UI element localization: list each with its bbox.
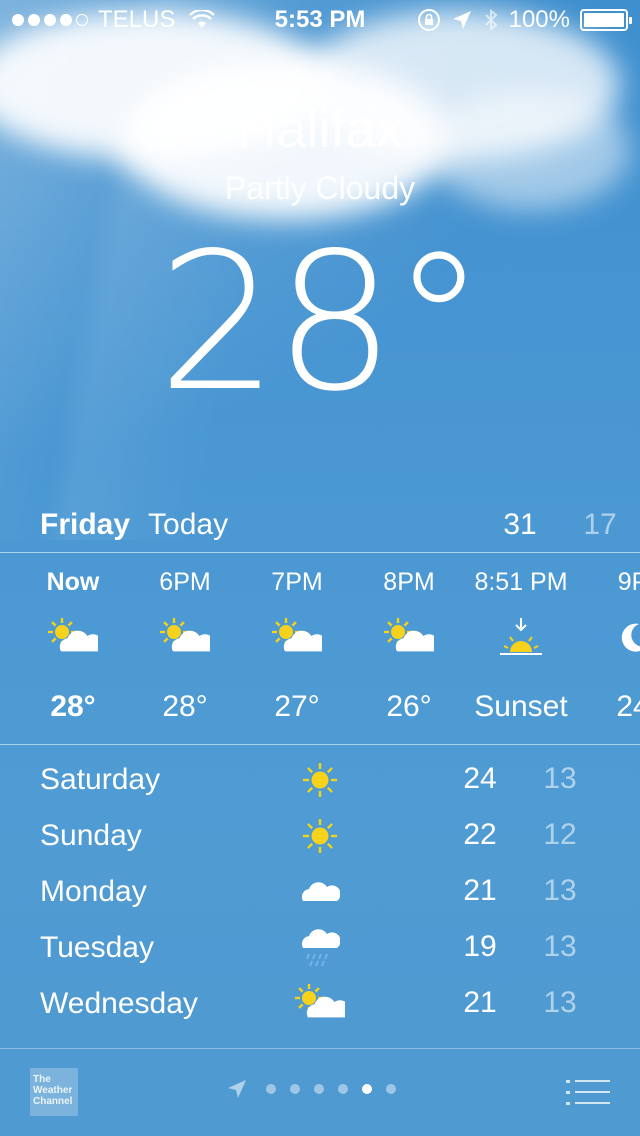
hour-label: 6PM (159, 568, 211, 596)
divider (0, 744, 640, 745)
day-name: Sunday (40, 819, 142, 852)
hourly-item: 6PM 28° (130, 556, 240, 724)
rain-icon (290, 923, 350, 973)
page-indicator[interactable] (226, 1078, 396, 1100)
daily-row: Monday 21 13 (0, 864, 640, 920)
day-low: 13 (543, 930, 577, 963)
day-low: 13 (543, 986, 577, 1019)
hour-label: 7PM (271, 568, 323, 596)
status-bar: TELUS 5:53 PM 100% (0, 0, 640, 40)
partly-cloudy-icon (290, 979, 350, 1029)
battery-icon (580, 9, 632, 31)
hour-label: 8PM (383, 568, 435, 596)
hour-label: 9P (617, 568, 640, 596)
day-name: Wednesday (40, 987, 198, 1020)
page-dot[interactable] (386, 1084, 396, 1094)
city-list-icon[interactable] (566, 1078, 610, 1108)
weather-channel-logo[interactable]: The Weather Channel (30, 1068, 78, 1116)
hour-temperature: 28° (162, 690, 208, 723)
day-name: Tuesday (40, 931, 154, 964)
day-high: 22 (463, 818, 497, 851)
page-dot[interactable] (266, 1084, 276, 1094)
hour-label: Now (46, 568, 100, 596)
today-label: Today (148, 508, 229, 541)
day-low: 13 (543, 762, 577, 795)
daily-row: Tuesday 19 13 (0, 920, 640, 976)
signal-dot (44, 14, 56, 26)
sunny-icon (290, 811, 350, 861)
day-high: 19 (463, 930, 497, 963)
daily-forecast[interactable]: Saturday 24 13 Sunday 22 12 Monday 21 13 Tu… (0, 752, 640, 1032)
hour-temperature: 26° (386, 690, 432, 723)
carrier-name: TELUS (98, 6, 176, 33)
page-dot[interactable] (338, 1084, 348, 1094)
hourly-item: 8:51 PM Sunset (466, 556, 576, 724)
hour-temperature: 27° (274, 690, 320, 723)
hourly-forecast[interactable]: Now 28° 6PM 28° 7PM 27° 8PM 26° 8:51 PM Suns… (0, 556, 640, 744)
day-name: Saturday (40, 763, 161, 796)
day-name: Monday (40, 875, 147, 908)
weather-condition: Partly Cloudy (224, 170, 416, 206)
city-name: Halifax (237, 99, 403, 159)
rotation-lock-icon (417, 9, 440, 31)
sunset-icon (466, 608, 576, 668)
signal-dot (60, 14, 72, 26)
hour-temperature: 28° (50, 690, 96, 723)
divider (0, 552, 640, 553)
today-low: 17 (583, 508, 617, 541)
daily-row: Sunday 22 12 (0, 808, 640, 864)
partly-cloudy-icon (18, 608, 128, 668)
battery-percent: 100% (508, 6, 570, 33)
hourly-item: 9P 24 (578, 556, 640, 724)
location-arrow-icon (228, 1080, 246, 1098)
bluetooth-icon (484, 8, 498, 32)
day-high: 24 (463, 762, 497, 795)
hour-temperature: Sunset (474, 690, 568, 723)
today-day: Friday (40, 508, 131, 541)
day-low: 12 (543, 818, 577, 851)
today-summary: Friday Today 31 17 (40, 502, 617, 548)
page-dot[interactable] (362, 1084, 372, 1094)
bottom-toolbar: The Weather Channel (0, 1048, 640, 1136)
moon-icon (578, 608, 640, 668)
today-high: 31 (503, 508, 537, 541)
hour-label: 8:51 PM (474, 568, 568, 596)
sunny-icon (290, 755, 350, 805)
signal-dot (28, 14, 40, 26)
partly-cloudy-icon (354, 608, 464, 668)
signal-dot (12, 14, 24, 26)
day-low: 13 (543, 874, 577, 907)
partly-cloudy-icon (130, 608, 240, 668)
signal-dot-empty (76, 14, 88, 26)
hour-temperature: 24 (616, 690, 640, 723)
location-arrow-icon (452, 11, 471, 29)
daily-row: Wednesday 21 13 (0, 976, 640, 1032)
page-dot[interactable] (290, 1084, 300, 1094)
partly-cloudy-icon (242, 608, 352, 668)
day-high: 21 (463, 986, 497, 1019)
daily-row: Saturday 24 13 (0, 752, 640, 808)
day-high: 21 (463, 874, 497, 907)
hourly-item: Now 28° (18, 556, 128, 724)
hourly-item: 7PM 27° (242, 556, 352, 724)
hourly-item: 8PM 26° (354, 556, 464, 724)
current-temperature: 28° (157, 212, 487, 433)
page-dot[interactable] (314, 1084, 324, 1094)
cloudy-icon (290, 867, 350, 917)
wifi-icon (189, 10, 216, 28)
